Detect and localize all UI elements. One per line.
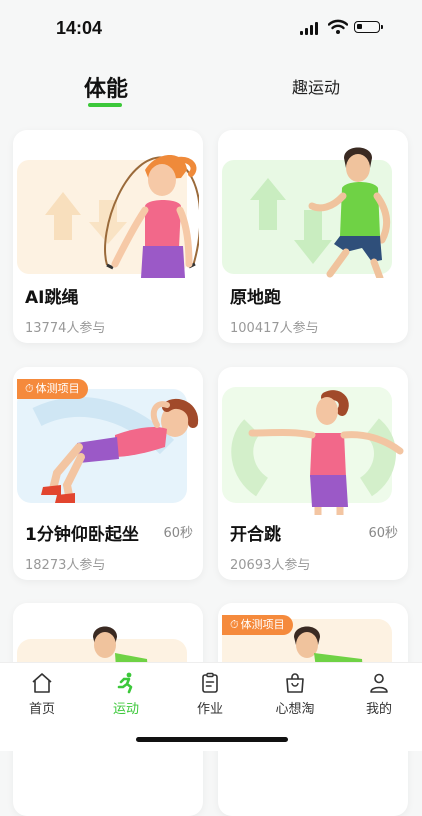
status-bar: 14:04: [0, 0, 422, 56]
running-in-place-illustration: [222, 147, 392, 278]
badge-label: 体测项目: [240, 618, 285, 631]
card-participants: 13774人参与: [25, 321, 106, 336]
nav-item-homework[interactable]: 作业: [180, 671, 240, 717]
nav-item-sports[interactable]: 运动: [96, 671, 156, 717]
shopping-bag-icon: [286, 673, 304, 693]
nav-label: 我的: [365, 702, 392, 717]
tab-active-indicator: [88, 103, 122, 107]
tab-fun-sports[interactable]: 趣运动: [292, 74, 340, 98]
home-icon: [32, 673, 52, 693]
signal-icon: [300, 22, 318, 35]
stopwatch-icon: ⏱: [25, 382, 34, 395]
exercise-card-run-in-place[interactable]: 原地跑 100417人参与: [218, 130, 408, 343]
card-duration: 60秒: [368, 526, 398, 541]
card-participants: 20693人参与: [230, 558, 311, 573]
fitness-test-badge: ⏱ 体测项目: [17, 379, 88, 399]
nav-item-shop[interactable]: 心想淘: [265, 671, 325, 717]
battery-icon: [354, 21, 383, 33]
card-title: AI跳绳: [25, 288, 79, 308]
clipboard-icon: [202, 672, 218, 693]
nav-item-home[interactable]: 首页: [12, 671, 72, 717]
status-time: 14:04: [56, 18, 103, 38]
fitness-test-badge: ⏱ 体测项目: [222, 615, 293, 635]
running-icon: [117, 672, 133, 694]
jump-rope-illustration: [17, 155, 199, 278]
tab-fitness[interactable]: 体能: [84, 71, 128, 103]
nav-label: 运动: [112, 702, 139, 717]
exercise-card-jump-rope[interactable]: AI跳绳 13774人参与: [13, 130, 203, 343]
stopwatch-icon: ⏱: [230, 618, 239, 631]
nav-item-me[interactable]: 我的: [349, 671, 409, 717]
jumping-jacks-illustration: [222, 387, 404, 515]
badge-label: 体测项目: [35, 382, 80, 395]
nav-label: 作业: [196, 702, 223, 717]
top-tabs: 体能 趣运动: [0, 60, 422, 116]
wifi-icon: [328, 19, 348, 34]
exercise-card-jumping-jacks[interactable]: 开合跳 60秒 20693人参与: [218, 367, 408, 580]
exercise-card-situps[interactable]: ⏱ 体测项目 1分钟仰卧起坐 60秒 18273人参与: [13, 367, 203, 580]
card-title: 1分钟仰卧起坐: [25, 525, 139, 545]
home-indicator: [136, 737, 288, 742]
card-title: 原地跑: [230, 288, 281, 308]
card-title: 开合跳: [230, 525, 281, 545]
nav-label: 心想淘: [275, 702, 315, 717]
card-participants: 18273人参与: [25, 558, 106, 573]
nav-label: 首页: [28, 702, 55, 717]
person-icon: [370, 673, 388, 693]
card-duration: 60秒: [163, 526, 193, 541]
card-participants: 100417人参与: [230, 321, 319, 336]
